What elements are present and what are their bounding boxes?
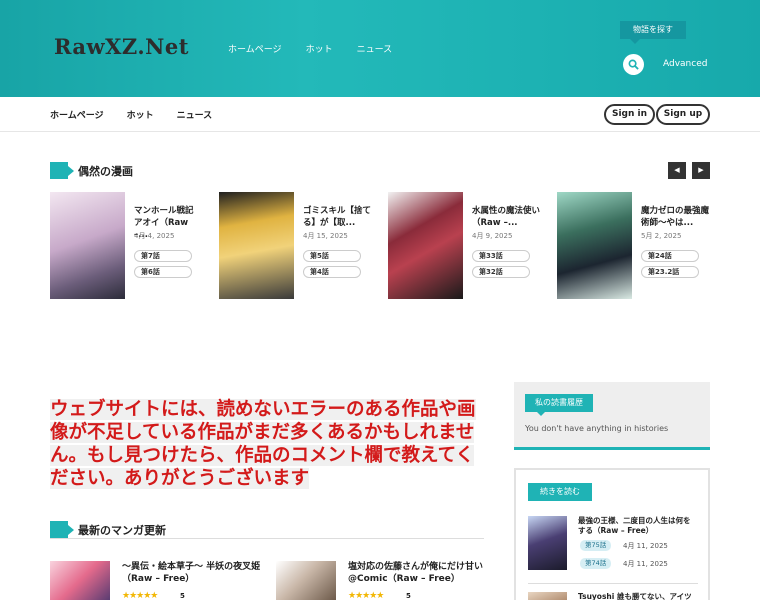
manga-title[interactable]: 水属性の魔法使い（Raw –... [472,205,542,229]
manga-title[interactable]: ゴミスキル【捨てる】が【取... [303,205,373,229]
manga-thumbnail[interactable] [50,561,110,600]
random-card[interactable]: 水属性の魔法使い（Raw –... 4月 9, 2025 第33話 第32話 [388,192,548,299]
top-nav: ホームページ ホット ニュース [228,42,416,55]
manga-thumbnail[interactable] [528,592,567,600]
site-notice: ウェブサイトには、読めないエラーのある作品や画像が不足している作品がまだ多くある… [50,399,476,489]
sub-nav: ホームページ ホット ニュース Sign in Sign up [0,97,760,132]
top-nav-home[interactable]: ホームページ [228,42,282,55]
sub-nav-news[interactable]: ニュース [177,108,213,121]
manga-title[interactable]: 塩対応の佐藤さんが俺にだけ甘い@Comic（Raw – Free） [348,561,488,585]
top-nav-hot[interactable]: ホット [306,42,333,55]
chapter-date: 4月 11, 2025 [623,560,668,568]
chapter-button[interactable]: 第5話 [303,250,361,262]
chapter-button[interactable]: 第23.2話 [641,266,699,278]
continue-reading-title: 続きを読む [528,483,592,501]
random-card[interactable]: 魔力ゼロの最強魔術師～やは... 5月 2, 2025 第24話 第23.2話 [557,192,717,299]
chapter-button[interactable]: 第74話 [580,558,612,569]
reading-history-box: 私の読書履歴 You don't have anything in histor… [514,382,710,450]
top-nav-news[interactable]: ニュース [357,42,393,55]
sub-nav-hot[interactable]: ホット [127,108,154,121]
manga-date: 4月 4, 2025 [134,232,175,240]
history-empty-text: You don't have anything in histories [525,424,669,433]
manga-cover[interactable] [388,192,463,299]
advanced-search-link[interactable]: Advanced [663,59,707,69]
chapter-button[interactable]: 第24話 [641,250,699,262]
search-tooltip: 物語を探す [620,21,686,39]
chapter-button[interactable]: 第7話 [134,250,192,262]
manga-date: 5月 2, 2025 [641,232,682,240]
reading-history-title: 私の読書履歴 [525,394,593,416]
carousel-prev-button[interactable]: ◀ [668,162,686,179]
manga-title[interactable]: 魔力ゼロの最強魔術師～やは... [641,205,711,229]
star-rating-icon: ★★★★★ [348,591,384,600]
search-icon [628,59,639,70]
random-card[interactable]: ゴミスキル【捨てる】が【取... 4月 15, 2025 第5話 第4話 [219,192,379,299]
heading-flag-icon [50,162,74,179]
latest-updates-heading: 最新のマンガ更新 [50,521,166,538]
chapter-button[interactable]: 第4話 [303,266,361,278]
continue-reading-box: 続きを読む 最強の王様、二度目の人生は何をする（Raw – Free） 第75話… [514,468,710,600]
manga-title[interactable]: 最強の王様、二度目の人生は何をする（Raw – Free） [578,516,696,536]
manga-cover[interactable] [50,192,125,299]
heading-flag-icon [50,521,74,538]
manga-title[interactable]: ～異伝・絵本草子～ 半妖の夜叉姫（Raw – Free） [122,561,262,585]
manga-date: 4月 9, 2025 [472,232,513,240]
carousel-next-button[interactable]: ▶ [692,162,710,179]
random-manga-heading: 偶然の漫画 [50,162,133,179]
rating-value: 5 [406,592,411,600]
chapter-button[interactable]: 第75話 [580,540,612,551]
search-button[interactable] [623,54,644,75]
rating-value: 5 [180,592,185,600]
random-card[interactable]: マンホール戦記 アオイ（Raw –... 4月 4, 2025 第7話 第6話 [50,192,210,299]
search-tooltip-caret [630,39,640,44]
chapter-button[interactable]: 第32話 [472,266,530,278]
chapter-date: 4月 11, 2025 [623,542,668,550]
sign-up-button[interactable]: Sign up [656,104,710,125]
sub-nav-home[interactable]: ホームページ [50,108,104,121]
manga-cover[interactable] [219,192,294,299]
chapter-button[interactable]: 第33話 [472,250,530,262]
manga-cover[interactable] [557,192,632,299]
sign-in-button[interactable]: Sign in [604,104,655,125]
site-logo[interactable]: RawXZ.Net [54,34,189,59]
star-rating-icon: ★★★★★ [122,591,158,600]
manga-date: 4月 15, 2025 [303,232,348,240]
chapter-button[interactable]: 第6話 [134,266,192,278]
divider [528,583,698,584]
top-header: RawXZ.Net ホームページ ホット ニュース 物語を探す Advanced [0,0,760,97]
manga-title[interactable]: Tsuyoshi 誰も勝てない、アイツに [578,592,696,600]
manga-thumbnail[interactable] [528,516,567,570]
manga-thumbnail[interactable] [276,561,336,600]
divider [50,538,484,539]
